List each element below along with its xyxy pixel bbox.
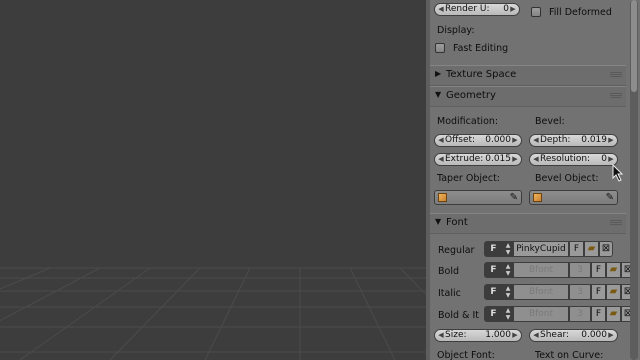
texture-space-header[interactable]: ▶ Texture Space [430, 65, 626, 86]
font-name-field[interactable]: PinkyCupid [513, 241, 569, 257]
shear-field[interactable]: ◀ Shear: 0.000 ▶ [529, 329, 618, 342]
collapsed-triangle-icon: ▶ [435, 69, 442, 78]
text-on-curve-label: Text on Curve: [535, 350, 604, 360]
increment-arrow-icon[interactable]: ▶ [607, 135, 615, 146]
fill-deformed-label: Fill Deformed [549, 7, 612, 18]
render-u-field[interactable]: ◀ Render U: 0 ▶ [434, 3, 520, 16]
increment-arrow-icon[interactable]: ▶ [607, 330, 615, 341]
browse-updown-icon[interactable]: ▲ ▼ [503, 241, 513, 257]
decrement-arrow-icon[interactable]: ◀ [532, 135, 540, 146]
fake-user-button[interactable]: F [591, 262, 606, 278]
browse-updown-icon[interactable]: ▲ ▼ [503, 306, 513, 322]
open-folder-icon[interactable]: ▰ [606, 306, 621, 322]
font-name-field[interactable]: Bfont [513, 284, 569, 300]
eyedropper-icon[interactable]: ✎ [606, 192, 614, 203]
open-folder-icon[interactable]: ▰ [606, 284, 621, 300]
bevel-object-field[interactable]: ✎ [529, 190, 618, 205]
decrement-arrow-icon[interactable]: ◀ [532, 330, 540, 341]
fake-user-button[interactable]: F [591, 306, 606, 322]
panel-divider[interactable] [426, 0, 430, 360]
floor-grid [0, 267, 426, 360]
unlink-close-icon[interactable]: ⊠ [599, 241, 613, 257]
expanded-triangle-icon: ▼ [435, 90, 442, 99]
bevel-object-label: Bevel Object: [535, 173, 599, 184]
font-icon[interactable]: F [484, 241, 503, 257]
user-count: 3 [569, 262, 591, 278]
fake-user-button[interactable]: F [569, 241, 584, 257]
mouse-cursor-icon [612, 164, 624, 182]
font-row-bold[interactable]: F ▲ ▼ Bfont 3 F ▰ ⊠ [484, 262, 636, 278]
increment-arrow-icon[interactable]: ▶ [511, 135, 519, 146]
decrement-arrow-icon[interactable]: ◀ [437, 154, 445, 165]
font-icon[interactable]: F [484, 284, 503, 300]
fast-editing-label: Fast Editing [453, 43, 509, 54]
increment-arrow-icon[interactable]: ▶ [511, 330, 519, 341]
fake-user-button[interactable]: F [591, 284, 606, 300]
open-folder-icon[interactable]: ▰ [584, 241, 599, 257]
geometry-header[interactable]: ▼ Geometry [430, 86, 626, 107]
resolution-field[interactable]: ◀ Resolution: 0 ▶ [529, 153, 618, 166]
decrement-arrow-icon[interactable]: ◀ [437, 135, 445, 146]
object-font-label: Object Font: [437, 350, 495, 360]
display-label: Display: [437, 25, 475, 36]
font-row-label: Italic [438, 288, 461, 299]
eyedropper-icon[interactable]: ✎ [510, 192, 518, 203]
font-row-label: Regular [438, 245, 475, 256]
font-name-field[interactable]: Bfont [513, 262, 569, 278]
extrude-field[interactable]: ◀ Extrude: 0.015 ▶ [434, 153, 522, 166]
browse-updown-icon[interactable]: ▲ ▼ [503, 284, 513, 300]
font-name-field[interactable]: Bfont [513, 306, 569, 322]
drag-grip-icon[interactable] [610, 93, 622, 99]
taper-object-field[interactable]: ✎ [434, 190, 522, 205]
font-row-regular[interactable]: F ▲ ▼ PinkyCupid F ▰ ⊠ [484, 241, 636, 257]
font-header[interactable]: ▼ Font [430, 213, 626, 234]
browse-updown-icon[interactable]: ▲ ▼ [503, 262, 513, 278]
font-row-label: Bold [438, 266, 459, 277]
properties-panel: ◀ Render U: 0 ▶ Fill Deformed Display: Fa… [426, 0, 640, 360]
decrement-arrow-icon[interactable]: ◀ [437, 330, 445, 341]
decrement-arrow-icon[interactable]: ◀ [437, 4, 445, 15]
panel-scrollbar[interactable] [630, 0, 638, 360]
depth-field[interactable]: ◀ Depth: 0.019 ▶ [529, 134, 618, 147]
increment-arrow-icon[interactable]: ▶ [511, 154, 519, 165]
modification-label: Modification: [437, 116, 499, 127]
object-cube-icon [438, 193, 447, 202]
taper-object-label: Taper Object: [437, 173, 500, 184]
decrement-arrow-icon[interactable]: ◀ [532, 154, 540, 165]
user-count: 3 [569, 306, 591, 322]
font-row-italic[interactable]: F ▲ ▼ Bfont 3 F ▰ ⊠ [484, 284, 636, 300]
open-folder-icon[interactable]: ▰ [606, 262, 621, 278]
object-cube-icon [533, 193, 542, 202]
bevel-label: Bevel: [535, 116, 565, 127]
3d-viewport[interactable] [0, 0, 426, 360]
font-icon[interactable]: F [484, 306, 503, 322]
expanded-triangle-icon: ▼ [435, 217, 442, 226]
increment-arrow-icon[interactable]: ▶ [509, 4, 517, 15]
scrollbar-thumb[interactable] [631, 0, 637, 92]
drag-grip-icon[interactable] [610, 72, 622, 78]
drag-grip-icon[interactable] [610, 220, 622, 226]
offset-field[interactable]: ◀ Offset: 0.000 ▶ [434, 134, 522, 147]
size-field[interactable]: ◀ Size: 1.000 ▶ [434, 329, 522, 342]
font-icon[interactable]: F [484, 262, 503, 278]
fill-deformed-checkbox[interactable] [531, 7, 541, 17]
user-count: 3 [569, 284, 591, 300]
font-row-label: Bold & It [438, 310, 479, 321]
font-row-bold-italic[interactable]: F ▲ ▼ Bfont 3 F ▰ ⊠ [484, 306, 636, 322]
fast-editing-checkbox[interactable] [435, 43, 445, 53]
